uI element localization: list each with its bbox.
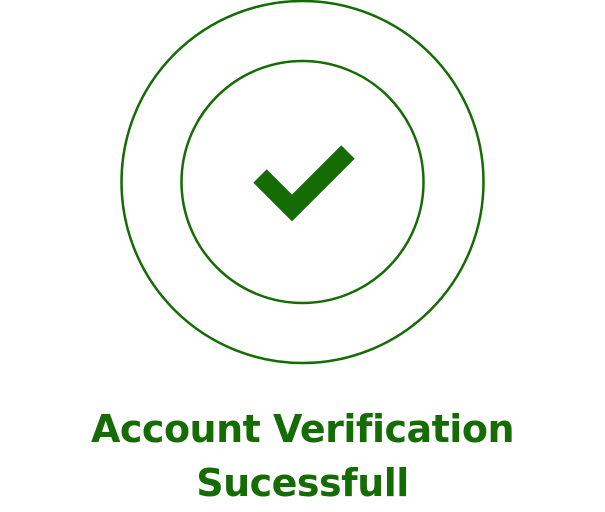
success-badge	[0, 0, 605, 370]
outer-ring-icon	[120, 0, 485, 365]
inner-ring-icon	[180, 59, 425, 305]
status-line-1: Account Verification	[90, 407, 515, 451]
verification-status-title: Account Verification Sucessfull	[0, 402, 605, 510]
checkmark-icon	[253, 145, 355, 222]
verification-success-screen: Account Verification Sucessfull	[0, 0, 605, 512]
success-badge-graphic	[120, 0, 485, 365]
status-line-2: Sucessfull	[196, 461, 409, 505]
